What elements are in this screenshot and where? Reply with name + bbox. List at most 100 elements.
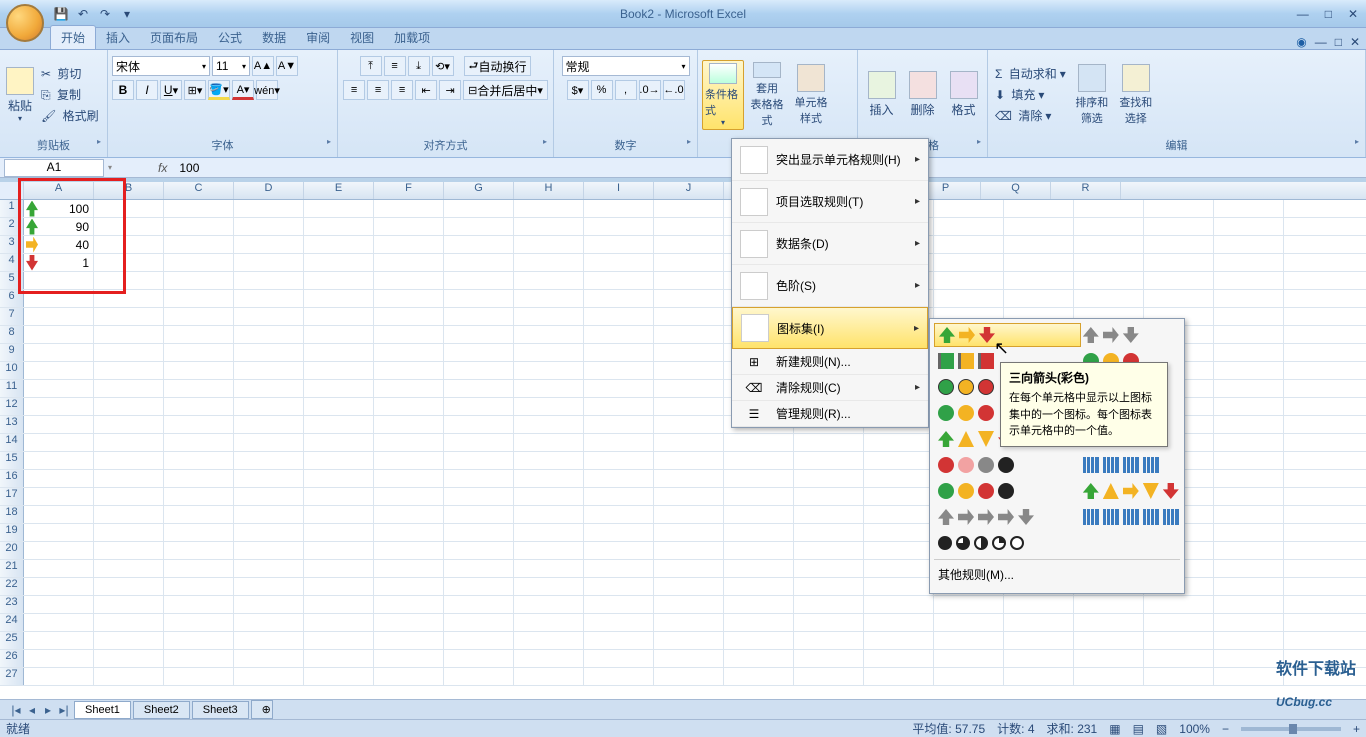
cell[interactable]: [514, 236, 584, 253]
row-header[interactable]: 11: [0, 380, 24, 397]
tab-layout[interactable]: 页面布局: [140, 26, 208, 49]
cell[interactable]: [304, 578, 374, 595]
cell[interactable]: [1074, 290, 1144, 307]
cell[interactable]: [654, 380, 724, 397]
tab-home[interactable]: 开始: [50, 25, 96, 49]
cell[interactable]: [514, 650, 584, 667]
cell[interactable]: [444, 398, 514, 415]
cell[interactable]: [444, 272, 514, 289]
cell[interactable]: [24, 362, 94, 379]
cell[interactable]: [1144, 200, 1214, 217]
cell[interactable]: [374, 560, 444, 577]
italic-button[interactable]: I: [136, 80, 158, 100]
cell[interactable]: [164, 434, 234, 451]
maximize-button[interactable]: □: [1321, 7, 1336, 21]
cell[interactable]: [514, 488, 584, 505]
cell[interactable]: [934, 614, 1004, 631]
orientation-button[interactable]: ⟲▾: [432, 56, 454, 76]
cell[interactable]: [304, 542, 374, 559]
cell[interactable]: [94, 614, 164, 631]
cell[interactable]: [864, 614, 934, 631]
cell[interactable]: [1214, 668, 1284, 685]
col-header[interactable]: D: [234, 182, 304, 199]
cell[interactable]: [1004, 650, 1074, 667]
cell[interactable]: [1214, 290, 1284, 307]
cell[interactable]: [864, 434, 934, 451]
cell[interactable]: [234, 236, 304, 253]
font-color-button[interactable]: A▾: [232, 80, 254, 100]
cell[interactable]: [304, 650, 374, 667]
cell[interactable]: [584, 218, 654, 235]
cell[interactable]: [724, 596, 794, 613]
cell[interactable]: [164, 488, 234, 505]
cell[interactable]: [24, 290, 94, 307]
cell[interactable]: [94, 578, 164, 595]
cell[interactable]: [24, 380, 94, 397]
cell[interactable]: [234, 452, 304, 469]
cell[interactable]: [934, 218, 1004, 235]
cell[interactable]: [1214, 272, 1284, 289]
cell[interactable]: [234, 254, 304, 271]
cell[interactable]: [374, 632, 444, 649]
cell[interactable]: [374, 218, 444, 235]
cell[interactable]: [654, 200, 724, 217]
cell[interactable]: [94, 650, 164, 667]
tab-addin[interactable]: 加载项: [384, 26, 440, 49]
cell[interactable]: [654, 650, 724, 667]
cell[interactable]: [304, 290, 374, 307]
cell[interactable]: [794, 668, 864, 685]
cell[interactable]: [514, 596, 584, 613]
cell[interactable]: [24, 668, 94, 685]
cell[interactable]: [94, 542, 164, 559]
cell[interactable]: [444, 416, 514, 433]
cell[interactable]: [374, 254, 444, 271]
cell[interactable]: [374, 308, 444, 325]
cell[interactable]: [24, 398, 94, 415]
cell[interactable]: [514, 398, 584, 415]
cell[interactable]: [584, 578, 654, 595]
cell[interactable]: [444, 542, 514, 559]
menu-manage-rules[interactable]: ☰管理规则(R)...: [732, 401, 928, 427]
cell[interactable]: [444, 668, 514, 685]
cell[interactable]: [24, 560, 94, 577]
cell[interactable]: [304, 506, 374, 523]
cell[interactable]: [1214, 524, 1284, 541]
cell[interactable]: [514, 308, 584, 325]
cell[interactable]: [444, 506, 514, 523]
cell[interactable]: [1004, 290, 1074, 307]
cell[interactable]: [24, 578, 94, 595]
cell[interactable]: [24, 596, 94, 613]
menu-new-rule[interactable]: ⊞新建规则(N)...: [732, 349, 928, 375]
cell[interactable]: [724, 632, 794, 649]
cell[interactable]: [1074, 596, 1144, 613]
cell[interactable]: [864, 632, 934, 649]
cell[interactable]: [374, 596, 444, 613]
cell[interactable]: [164, 650, 234, 667]
cell[interactable]: [934, 596, 1004, 613]
cell[interactable]: [514, 614, 584, 631]
row-header[interactable]: 12: [0, 398, 24, 415]
cell[interactable]: [374, 668, 444, 685]
cell[interactable]: [1214, 452, 1284, 469]
cell[interactable]: [164, 380, 234, 397]
format-painter-button[interactable]: 🖌 格式刷: [38, 106, 105, 125]
cell[interactable]: [1144, 272, 1214, 289]
align-bot-button[interactable]: ⤓: [408, 56, 430, 76]
row-header[interactable]: 22: [0, 578, 24, 595]
iconset-5quarters[interactable]: [934, 531, 1180, 555]
cell[interactable]: [94, 452, 164, 469]
cell[interactable]: [164, 416, 234, 433]
cell[interactable]: [1074, 218, 1144, 235]
cell[interactable]: [94, 668, 164, 685]
row-header[interactable]: 16: [0, 470, 24, 487]
autosum-button[interactable]: Σ 自动求和▾: [992, 64, 1069, 83]
cell[interactable]: [304, 596, 374, 613]
cell[interactable]: [1004, 614, 1074, 631]
row-header[interactable]: 6: [0, 290, 24, 307]
cell[interactable]: [444, 326, 514, 343]
cell[interactable]: [794, 632, 864, 649]
cell-styles-button[interactable]: 单元格 样式: [790, 60, 832, 130]
cell[interactable]: [94, 560, 164, 577]
minimize-button[interactable]: —: [1293, 7, 1313, 21]
cell[interactable]: [234, 434, 304, 451]
